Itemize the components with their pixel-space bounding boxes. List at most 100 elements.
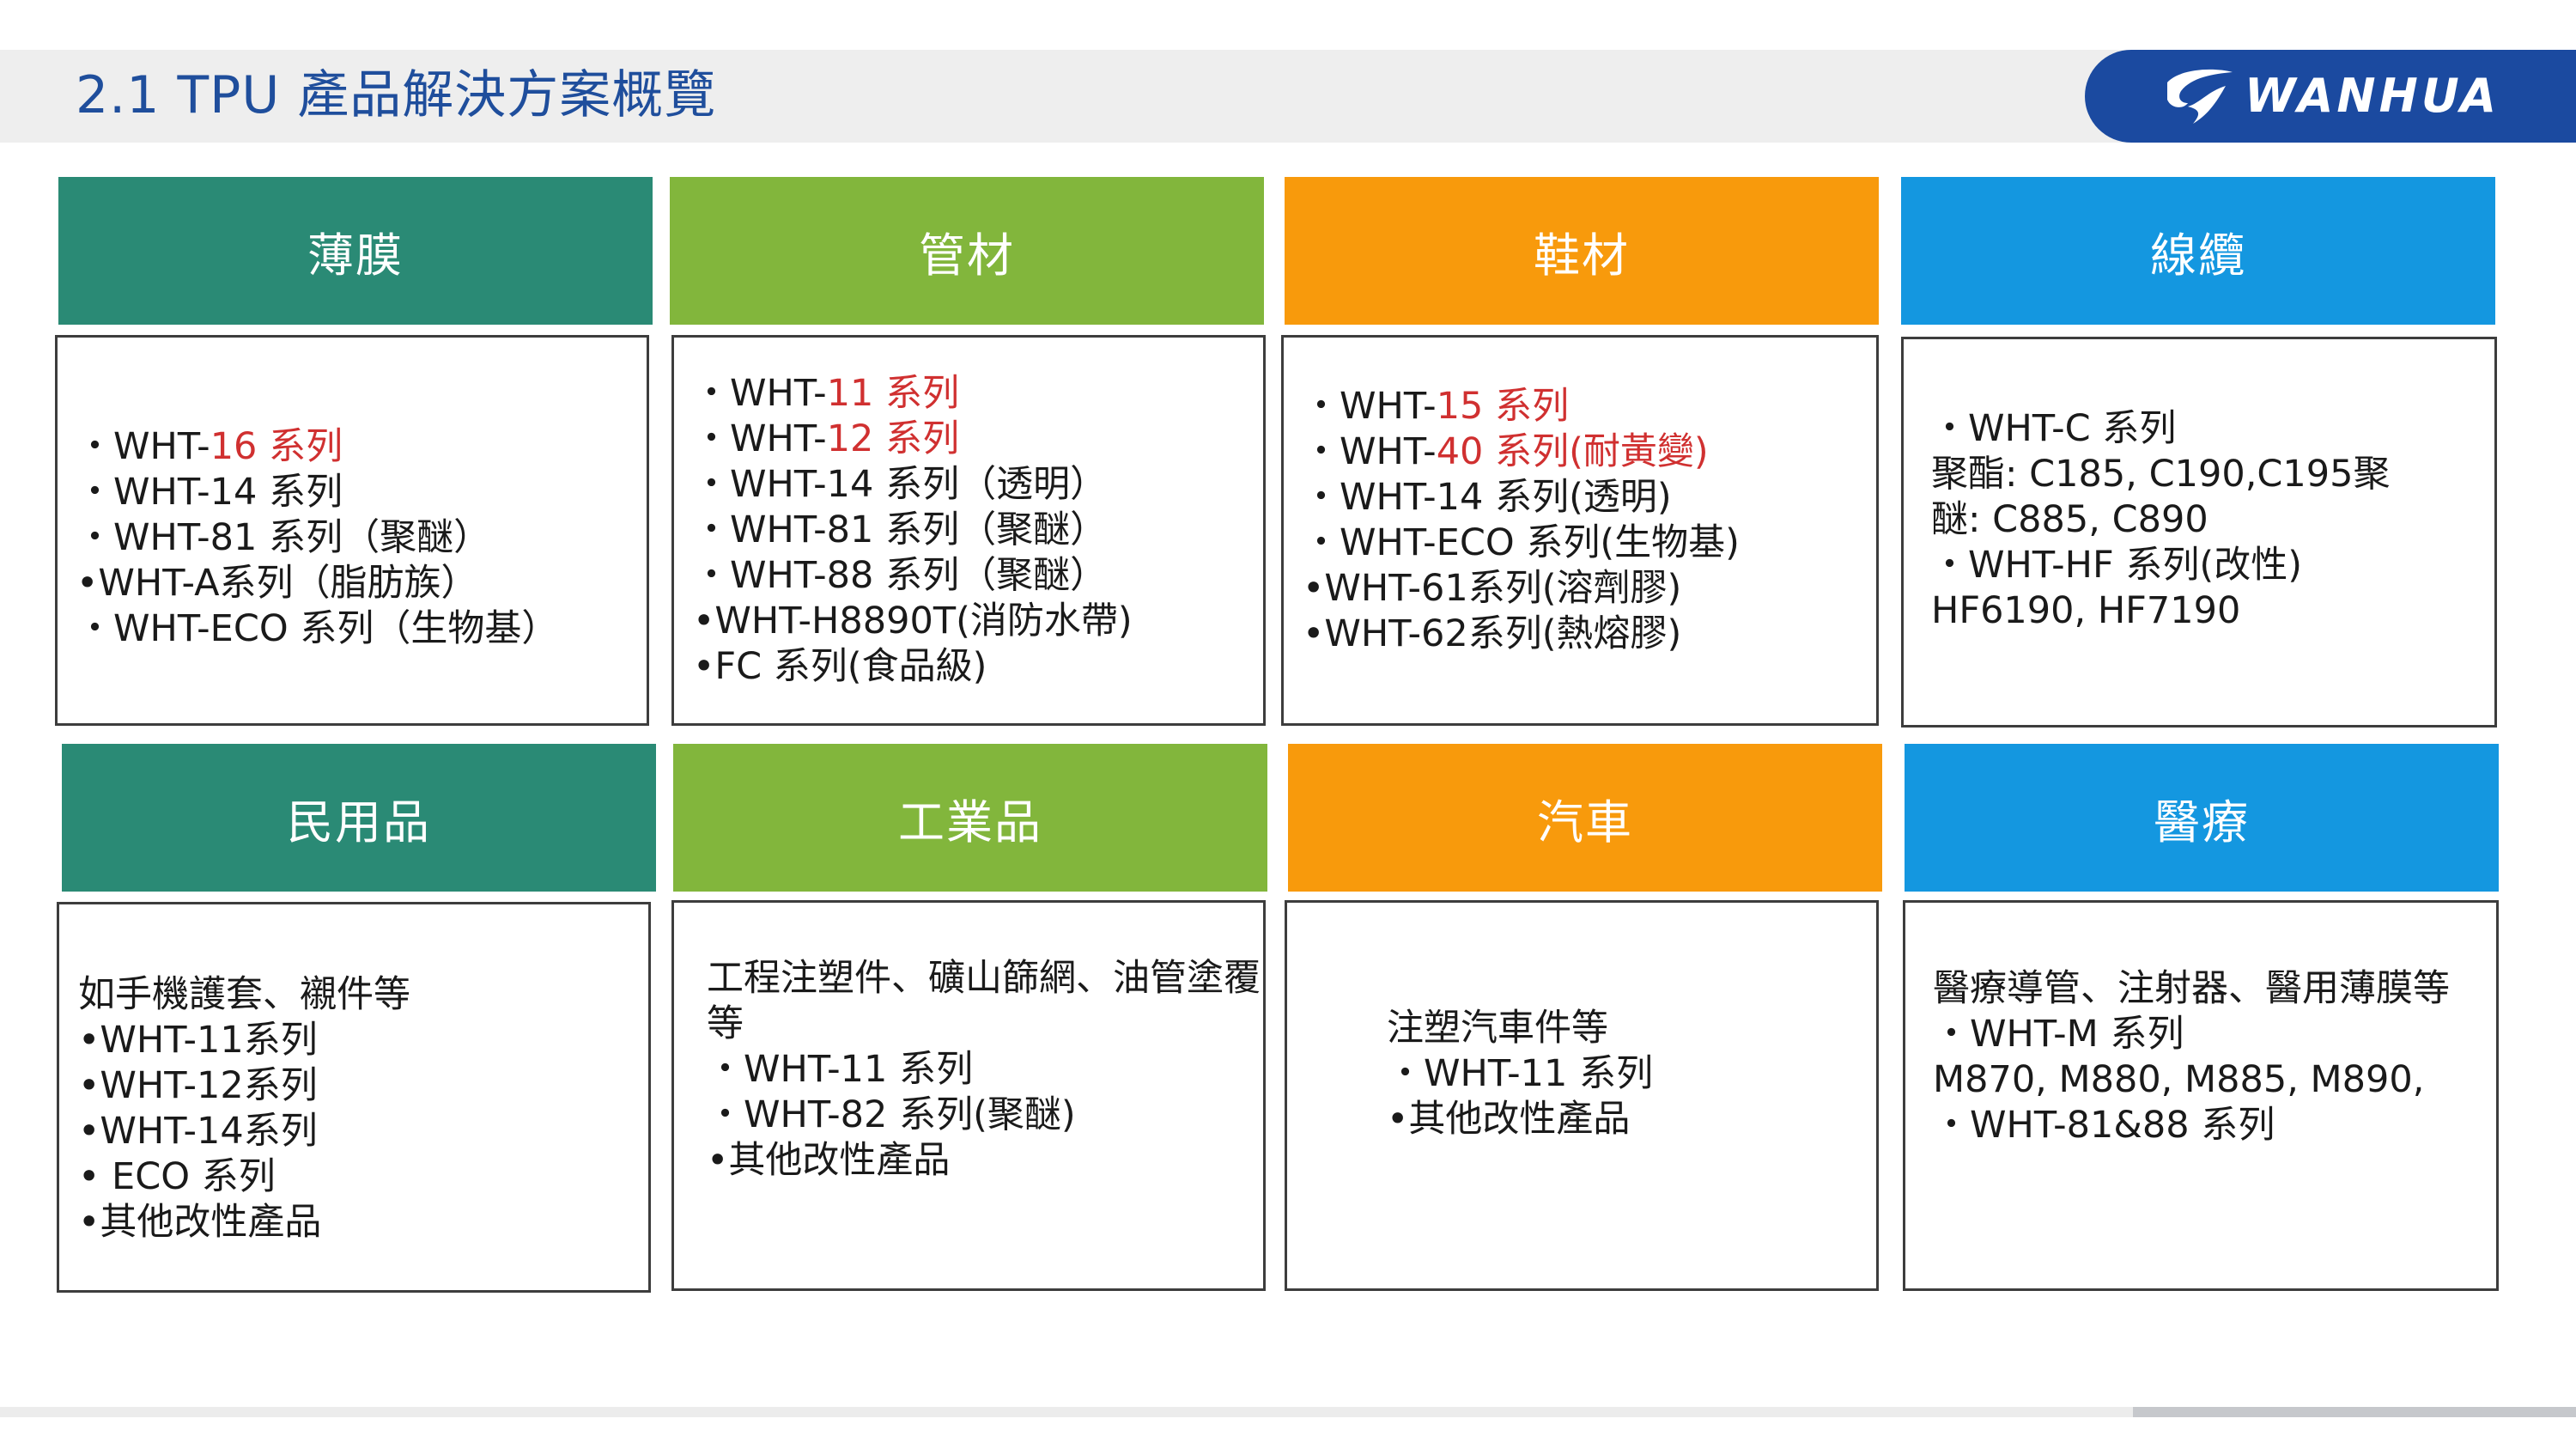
line-text: •WHT-11系列 bbox=[78, 1018, 318, 1062]
category-box-industrial: 工程注塑件、礦山篩網、油管塗覆等・WHT-11 系列 ・WHT-82 系列(聚醚)… bbox=[671, 900, 1266, 1291]
line-text: ・WHT-11 系列 bbox=[707, 1048, 974, 1091]
line-text: ・WHT- bbox=[693, 372, 827, 415]
line-text: • ECO 系列 bbox=[78, 1154, 276, 1198]
line-text: 如手機護套、襯件等 bbox=[78, 972, 410, 1016]
line-text: ・WHT-14 系列（透明） bbox=[693, 463, 1108, 506]
category-box-film: ・WHT-16 系列 ・WHT-14 系列 ・WHT-81 系列（聚醚） •WHT-A… bbox=[55, 335, 649, 726]
category-header-shoe: 鞋材 bbox=[1285, 177, 1879, 325]
category-line: ・WHT-14 系列(透明) bbox=[1303, 475, 1876, 521]
line-text: M870, M880, M885, M890, bbox=[1933, 1058, 2425, 1101]
category-line: ・WHT-M 系列 bbox=[1933, 1012, 2496, 1057]
line-text: 醚: C885, C890 bbox=[1931, 498, 2208, 541]
category-box-shoe: ・WHT-15 系列 ・WHT-40 系列(耐黃變) ・WHT-14 系列(透明) ・… bbox=[1281, 335, 1879, 726]
line-text: ・WHT-HF 系列(改性) bbox=[1931, 544, 2302, 587]
line-text: ・WHT-C 系列 bbox=[1931, 407, 2177, 450]
category-line: ・WHT-88 系列（聚醚） bbox=[693, 553, 1263, 599]
line-text: ・WHT- bbox=[76, 425, 210, 468]
line-text: •WHT-H8890T(消防水帶) bbox=[693, 600, 1133, 642]
category-line: ・WHT-15 系列 bbox=[1303, 384, 1876, 429]
line-text: 注塑汽車件等 bbox=[1387, 1007, 1608, 1050]
highlighted-series: 11 系列 bbox=[826, 372, 960, 415]
line-text: HF6190, HF7190 bbox=[1931, 589, 2241, 632]
line-text: ・WHT- bbox=[1303, 384, 1437, 428]
category-line: •WHT-H8890T(消防水帶) bbox=[693, 599, 1263, 644]
logo-text: WANHUA bbox=[2245, 69, 2500, 123]
category-line: •其他改性產品 bbox=[1387, 1097, 1876, 1142]
line-text: 聚酯: C185, C190,C195聚 bbox=[1931, 453, 2391, 496]
line-text: •WHT-62系列(熱熔膠) bbox=[1303, 612, 1682, 655]
category-line: ・WHT-81 系列（聚醚） bbox=[693, 508, 1263, 553]
category-line: ・WHT-82 系列(聚醚) bbox=[707, 1093, 1263, 1138]
category-line: • ECO 系列 bbox=[78, 1154, 648, 1200]
highlighted-series: 16 系列 bbox=[210, 425, 343, 468]
line-text: ・WHT- bbox=[1303, 429, 1437, 473]
line-text: •WHT-61系列(溶劑膠) bbox=[1303, 566, 1682, 610]
line-text: •WHT-12系列 bbox=[78, 1063, 318, 1107]
line-text: ・WHT-88 系列（聚醚） bbox=[693, 554, 1108, 597]
category-line: •WHT-61系列(溶劑膠) bbox=[1303, 566, 1876, 612]
category-header-auto: 汽車 bbox=[1288, 744, 1882, 892]
line-text: ・WHT- bbox=[693, 417, 827, 460]
line-text: ・WHT-82 系列(聚醚) bbox=[707, 1093, 1076, 1136]
category-line: ・WHT-81&88 系列 bbox=[1933, 1103, 2496, 1148]
category-line: •WHT-A系列（脂肪族） bbox=[76, 561, 647, 606]
line-text: 等 bbox=[707, 1002, 744, 1045]
highlighted-series: 15 系列 bbox=[1436, 384, 1570, 428]
line-text: •WHT-14系列 bbox=[78, 1109, 318, 1153]
line-text: •FC 系列(食品級) bbox=[693, 645, 987, 688]
line-text: ・WHT-81&88 系列 bbox=[1933, 1104, 2275, 1147]
category-box-consumer: 如手機護套、襯件等 •WHT-11系列 •WHT-12系列 •WHT-14系列 • EC… bbox=[57, 902, 651, 1293]
line-text: •WHT-A系列（脂肪族） bbox=[76, 562, 478, 605]
category-line: •WHT-62系列(熱熔膠) bbox=[1303, 612, 1876, 657]
category-line: 注塑汽車件等 bbox=[1387, 1006, 1876, 1051]
category-box-auto: 注塑汽車件等 ・WHT-11 系列 •其他改性產品 bbox=[1285, 900, 1879, 1291]
category-header-consumer: 民用品 bbox=[62, 744, 656, 892]
highlighted-series: 12 系列 bbox=[826, 417, 960, 460]
category-line: •FC 系列(食品級) bbox=[693, 644, 1263, 690]
category-line: ・WHT-ECO 系列(生物基) bbox=[1303, 521, 1876, 566]
highlighted-series: 40 系列(耐黃變) bbox=[1436, 429, 1709, 473]
line-text: ・WHT-81 系列（聚醚） bbox=[76, 516, 491, 559]
line-text: 工程注塑件、礦山篩網、油管塗覆 bbox=[707, 957, 1261, 1000]
category-line: 醚: C885, C890 bbox=[1931, 497, 2494, 543]
category-header-cable: 線纜 bbox=[1901, 177, 2495, 325]
line-text: •其他改性產品 bbox=[1387, 1098, 1631, 1141]
line-text: ・WHT-14 系列 bbox=[76, 471, 343, 514]
category-header-industrial: 工業品 bbox=[673, 744, 1267, 892]
line-text: ・WHT-M 系列 bbox=[1933, 1013, 2184, 1056]
category-line: ・WHT-11 系列 bbox=[707, 1047, 1263, 1093]
category-line: ・WHT-81 系列（聚醚） bbox=[76, 515, 647, 561]
category-box-medical: 醫療導管、注射器、醫用薄膜等 ・WHT-M 系列 M870, M880, M885,… bbox=[1903, 900, 2499, 1291]
category-line: ・WHT-14 系列 bbox=[76, 470, 647, 515]
category-header-film: 薄膜 bbox=[58, 177, 653, 325]
category-line: ・WHT-C 系列 bbox=[1931, 406, 2494, 452]
category-line: •其他改性產品 bbox=[78, 1200, 648, 1245]
category-line: ・WHT-12 系列 bbox=[693, 417, 1263, 462]
category-line: ・WHT-ECO 系列（生物基） bbox=[76, 606, 647, 652]
line-text: ・WHT-81 系列（聚醚） bbox=[693, 508, 1108, 551]
category-line: 如手機護套、襯件等 bbox=[78, 972, 648, 1018]
category-line: ・WHT-14 系列（透明） bbox=[693, 462, 1263, 508]
category-line: 聚酯: C185, C190,C195聚 bbox=[1931, 452, 2494, 497]
category-line: 等 bbox=[707, 1002, 1263, 1047]
wanhua-mark-icon bbox=[2167, 69, 2233, 124]
category-line: 醫療導管、注射器、醫用薄膜等 bbox=[1933, 966, 2496, 1012]
category-line: ・WHT-11 系列 bbox=[693, 371, 1263, 417]
category-line: •WHT-14系列 bbox=[78, 1109, 648, 1154]
category-box-tube: ・WHT-11 系列 ・WHT-12 系列 ・WHT-14 系列（透明） ・WHT-8… bbox=[671, 335, 1266, 726]
line-text: •其他改性產品 bbox=[707, 1139, 951, 1182]
line-text: ・WHT-11 系列 bbox=[1387, 1052, 1654, 1095]
line-text: ・WHT-ECO 系列（生物基） bbox=[76, 607, 559, 650]
category-line: ・WHT-40 系列(耐黃變) bbox=[1303, 429, 1876, 475]
category-header-tube: 管材 bbox=[670, 177, 1264, 325]
category-line: M870, M880, M885, M890, bbox=[1933, 1057, 2496, 1103]
category-header-medical: 醫療 bbox=[1905, 744, 2499, 892]
page-title: 2.1 TPU 產品解決方案概覽 bbox=[76, 65, 717, 125]
category-line: HF6190, HF7190 bbox=[1931, 588, 2494, 634]
category-line: 工程注塑件、礦山篩網、油管塗覆 bbox=[707, 956, 1263, 1002]
line-text: 醫療導管、注射器、醫用薄膜等 bbox=[1933, 967, 2450, 1010]
line-text: ・WHT-14 系列(透明) bbox=[1303, 475, 1672, 519]
category-line: •WHT-11系列 bbox=[78, 1018, 648, 1063]
category-line: ・WHT-16 系列 bbox=[76, 424, 647, 470]
line-text: •其他改性產品 bbox=[78, 1200, 322, 1244]
